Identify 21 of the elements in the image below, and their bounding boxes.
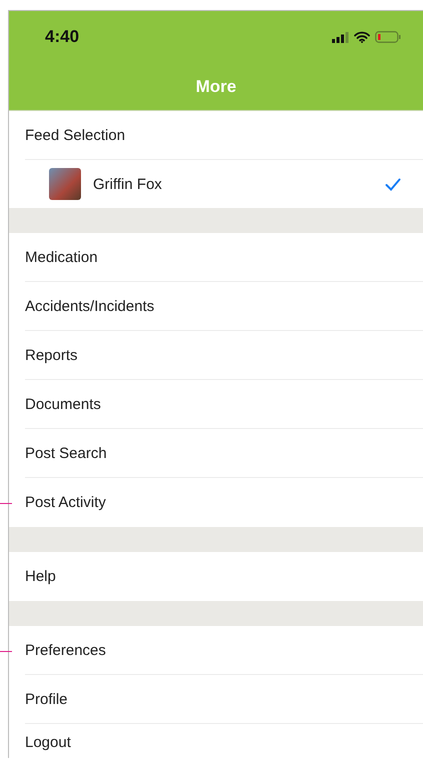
menu-item[interactable]: Medication: [25, 248, 98, 266]
battery-icon: [375, 31, 401, 43]
photo-placeholder: [49, 168, 81, 200]
section-header: Feed Selection: [25, 126, 126, 144]
menu-item[interactable]: Profile: [25, 690, 68, 708]
menu-item[interactable]: Post Activity: [25, 494, 106, 511]
annotation-mark: [0, 650, 12, 652]
wifi-icon: [354, 31, 370, 43]
annotation-mark: [0, 502, 12, 504]
checkmark-icon: [385, 178, 401, 190]
screen-title: More: [196, 76, 236, 96]
menu-item[interactable]: Preferences: [25, 642, 106, 658]
menu-item[interactable]: Post Search: [25, 444, 107, 462]
menu-item[interactable]: Accidents/Incidents: [25, 298, 154, 314]
menu-item[interactable]: Logout: [25, 734, 71, 751]
signal-icon: [332, 32, 349, 42]
menu-item[interactable]: Help: [25, 568, 56, 585]
feed-item[interactable]: Griffin Fox: [25, 160, 423, 208]
menu-item[interactable]: Reports: [25, 346, 78, 364]
status-time: 4:40: [45, 27, 80, 47]
menu-item[interactable]: Documents: [25, 396, 101, 412]
